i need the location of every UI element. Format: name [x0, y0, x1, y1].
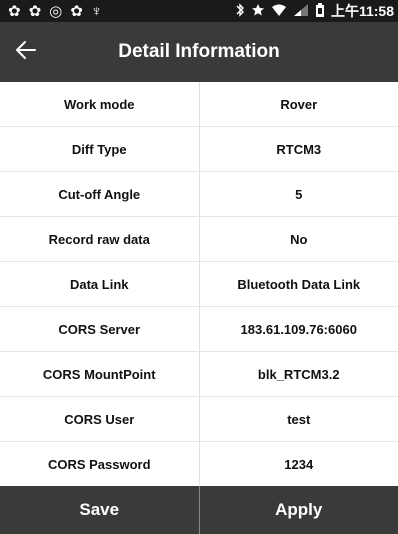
table-row: Data Link Bluetooth Data Link [0, 262, 398, 307]
row-label: CORS Server [0, 307, 200, 351]
row-value: blk_RTCM3.2 [257, 366, 340, 382]
app-notification-icon: ♆ [90, 2, 103, 20]
notification-icons: ✿ ✿ ◎ ✿ ♆ [8, 2, 103, 21]
row-label: Work mode [0, 82, 200, 126]
system-icons: 上午11:58 [235, 1, 394, 21]
status-bar: ✿ ✿ ◎ ✿ ♆ 上午11:58 [0, 0, 398, 22]
battery-icon [315, 2, 325, 20]
row-label: CORS MountPoint [0, 352, 200, 396]
star-icon [251, 3, 265, 20]
apply-button[interactable]: Apply [200, 486, 398, 534]
row-value: Bluetooth Data Link [237, 276, 361, 292]
table-row: Diff Type RTCM3 [0, 127, 398, 172]
row-value: 5 [295, 186, 303, 202]
app-bar: Detail Information [0, 22, 398, 82]
app-notification-icon: ✿ [70, 3, 83, 20]
back-button[interactable] [4, 22, 48, 82]
row-label: CORS User [0, 397, 200, 441]
table-row: Work mode Rover [0, 82, 398, 127]
signal-icon [293, 3, 309, 20]
footer-bar: Save Apply [0, 486, 398, 534]
row-label: Data Link [0, 262, 200, 306]
table-row: CORS MountPoint blk_RTCM3.2 [0, 352, 398, 397]
row-label: Record raw data [0, 217, 200, 261]
row-label: CORS Password [0, 442, 200, 486]
row-value: RTCM3 [276, 141, 322, 157]
table-row: CORS Server 183.61.109.76:6060 [0, 307, 398, 352]
row-value: 1234 [284, 456, 314, 472]
table-row: CORS Password 1234 [0, 442, 398, 487]
app-notification-icon: ✿ [8, 3, 21, 20]
table-row: Record raw data No [0, 217, 398, 262]
row-value: Rover [280, 96, 318, 112]
row-value: 183.61.109.76:6060 [240, 321, 357, 337]
app-notification-icon: ✿ [28, 3, 42, 20]
detail-table: Work mode Rover Diff Type RTCM3 Cut-off … [0, 82, 398, 527]
status-time: 上午11:58 [330, 3, 394, 19]
save-button[interactable]: Save [0, 486, 200, 534]
page-title: Detail Information [118, 41, 280, 62]
row-value: No [290, 231, 308, 247]
arrow-left-icon [15, 40, 37, 65]
row-label: Cut-off Angle [0, 172, 200, 216]
table-row: CORS User test [0, 397, 398, 442]
bluetooth-icon [235, 2, 245, 20]
row-label: Diff Type [0, 127, 200, 171]
row-value: test [287, 411, 311, 427]
table-row: Cut-off Angle 5 [0, 172, 398, 217]
app-notification-icon: ◎ [49, 3, 63, 20]
wifi-icon [271, 3, 287, 20]
